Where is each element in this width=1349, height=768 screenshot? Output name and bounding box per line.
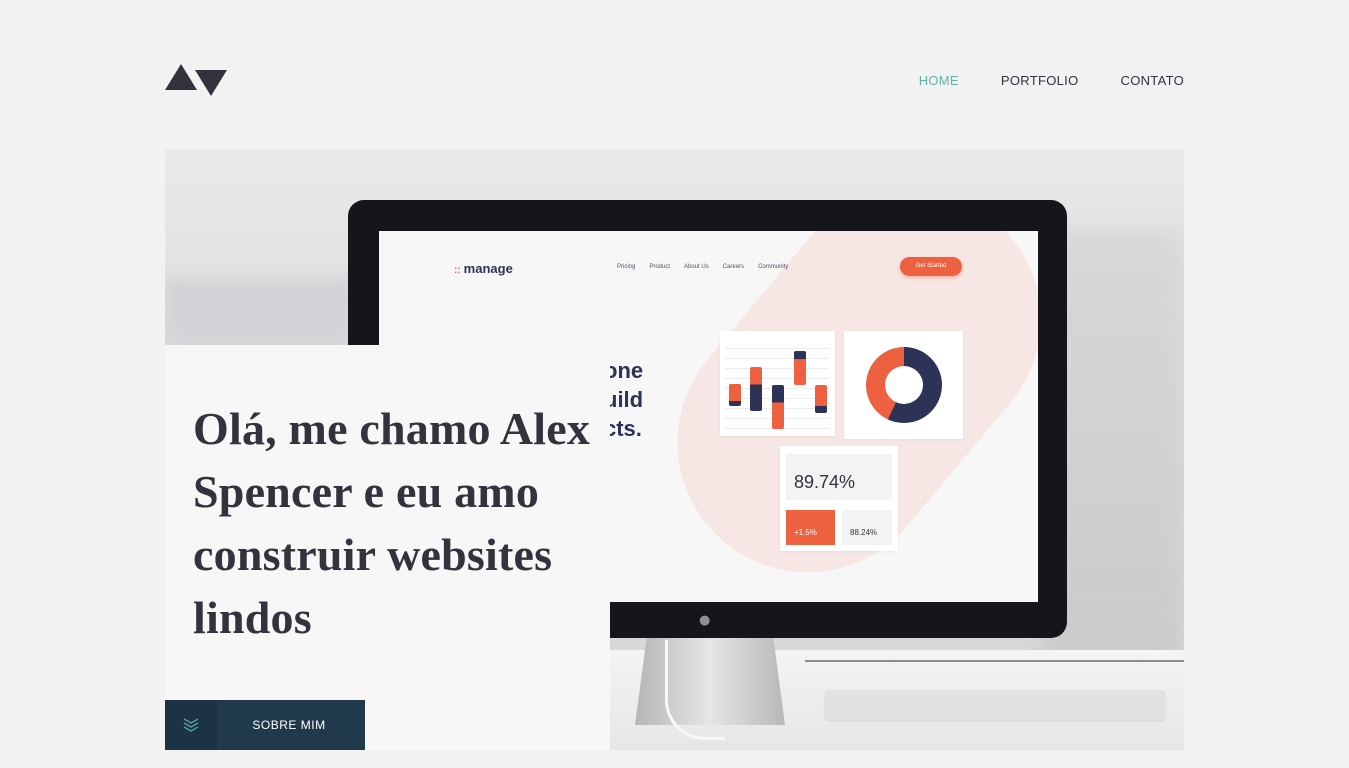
screen-brand-logo: :: manage (454, 261, 513, 276)
stat-change: +1.5% (786, 510, 835, 545)
intro-panel: Olá, me chamo Alex Spencer e eu amo cons… (165, 345, 610, 750)
screen-stats-card: 89.74% +1.5% 88.24% (780, 446, 898, 551)
chevrons-down-icon (165, 700, 217, 750)
intro-heading: Olá, me chamo Alex Spencer e eu amo cons… (193, 403, 591, 643)
logo-icon[interactable] (165, 64, 227, 96)
chart-bar (794, 351, 806, 385)
nav-portfolio-link[interactable]: PORTFOLIO (1001, 73, 1079, 89)
screen-nav-item: Community (758, 264, 789, 270)
screen-cta-button: Get Started (900, 257, 962, 276)
screen-donut-chart-card (844, 331, 963, 439)
stat-secondary: 88.24% (842, 510, 892, 545)
screen-nav-item: Product (649, 264, 671, 270)
stat-main: 89.74% (786, 454, 892, 500)
main-nav: HOME PORTFOLIO CONTATO (877, 73, 1184, 89)
screen-nav-item: Careers (722, 264, 745, 270)
screen-bar-chart-card (720, 331, 835, 436)
chart-bar (729, 384, 741, 406)
nav-contato-link[interactable]: CONTATO (1121, 73, 1185, 89)
chart-bar (750, 367, 762, 411)
bar-chart (725, 339, 829, 429)
monitor-cable (665, 640, 725, 740)
screen-nav-item: About Us (684, 264, 709, 270)
nav-home-link[interactable]: HOME (919, 73, 959, 89)
donut-chart (866, 347, 942, 423)
about-me-label: SOBRE MIM (252, 718, 326, 732)
chart-bar (815, 385, 827, 413)
about-me-button[interactable]: SOBRE MIM (165, 700, 365, 750)
keyboard (825, 690, 1165, 720)
screen-nav: Pricing Product About Us Careers Communi… (617, 264, 788, 270)
chart-bar (772, 385, 784, 429)
desk-edge (805, 660, 1184, 662)
apple-logo-icon: ● (699, 613, 711, 628)
screen-nav-item: Pricing (617, 264, 636, 270)
